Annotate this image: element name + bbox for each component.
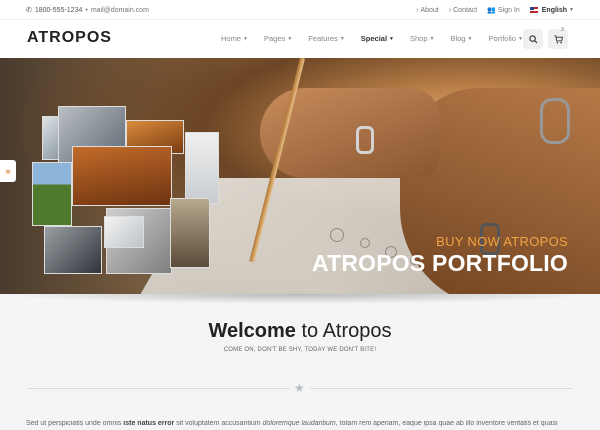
nav-label: Pages (263, 34, 286, 43)
body-bold: iste natus error (123, 420, 175, 427)
contact-info: ✆ 1800-555-1234 • mail@domain.com (26, 6, 149, 15)
nav-label: Blog (450, 34, 466, 43)
template-hole (330, 228, 344, 242)
section-shadow (0, 294, 600, 304)
hand-image (260, 88, 440, 178)
site-logo[interactable]: ATROPOS (27, 29, 112, 47)
collage-photo (185, 132, 219, 204)
nav-label: Special (360, 34, 388, 43)
nav-label: Shop (409, 34, 428, 43)
signin-link[interactable]: 👥 Sign In (487, 6, 520, 15)
nav-item-home[interactable]: Home ▼ (221, 34, 248, 43)
users-icon: 👥 (487, 7, 496, 14)
bracelet-image (540, 98, 570, 144)
chevron-right-icon: › (448, 6, 452, 14)
nav-label: Home (221, 34, 242, 43)
chevron-down-icon: ▼ (339, 35, 345, 42)
hero-title: ATROPOS PORTFOLIO (312, 250, 568, 276)
welcome-bold: Welcome (208, 320, 296, 342)
divider-line (28, 388, 290, 389)
divider-line (310, 388, 572, 389)
nav-item-features[interactable]: Features ▼ (308, 34, 345, 43)
ring-image (356, 126, 374, 154)
nav-item-pages[interactable]: Pages ▼ (264, 34, 292, 43)
chevron-down-icon: ▼ (569, 7, 574, 13)
welcome-heading: Welcome to Atropos (0, 320, 600, 343)
hero-slider: » BUY NOW ATROPOS ATROPOS PORTFOLIO (0, 58, 600, 294)
search-icon (528, 34, 538, 44)
topbar: ✆ 1800-555-1234 • mail@domain.com › About… (0, 0, 600, 20)
chevron-down-icon: ▼ (389, 35, 394, 42)
nav-item-portfolio[interactable]: Portfolio ▼ (488, 34, 522, 43)
body-italic: doloremque laudantium (262, 420, 336, 427)
nav-item-special[interactable]: Special ▼ (361, 34, 394, 43)
nav-item-shop[interactable]: Shop ▼ (410, 34, 434, 43)
collage-photo (170, 198, 210, 268)
phone-number[interactable]: 1800-555-1234 (35, 7, 83, 14)
topbar-links: › About › Contact 👥 Sign In English ▼ (416, 6, 574, 15)
language-select[interactable]: English ▼ (529, 6, 574, 14)
collage-photo (72, 146, 172, 206)
welcome-rest: to Atropos (295, 320, 392, 342)
side-panel-toggle[interactable]: » (0, 160, 16, 182)
nav-item-blog[interactable]: Blog ▼ (450, 34, 472, 43)
star-icon: ★ (294, 381, 305, 395)
body-text-2: sit voluptatem accusantium (174, 420, 263, 427)
collage-photo (104, 216, 144, 248)
chevron-down-icon: ▼ (467, 35, 473, 42)
contact-label: Contact (453, 6, 478, 14)
welcome-tagline: COME ON, DON'T BE SHY, TODAY WE DON'T BI… (223, 347, 377, 353)
template-hole (360, 238, 370, 248)
signin-label: Sign In (497, 6, 520, 14)
collage-photo (32, 162, 72, 226)
photo-collage (30, 106, 220, 276)
cart-button[interactable] (548, 29, 568, 49)
separator: • (85, 6, 88, 14)
phone-icon: ✆ (26, 7, 32, 14)
collage-photo (44, 226, 102, 274)
email-link[interactable]: mail@domain.com (91, 7, 149, 14)
body-text-1: Sed ut perspiciatis unde omnis (26, 420, 124, 427)
cart-icon (553, 34, 563, 43)
intro-paragraph: Sed ut perspiciatis unde omnis iste natu… (26, 420, 586, 427)
body-text-3: , totam rem aperiam, eaque ipsa quae ab … (335, 420, 558, 427)
chevron-down-icon: ▼ (243, 35, 248, 42)
main-nav: Home ▼ Pages ▼ Features ▼ Special ▼ Shop ▼ Bl… (221, 34, 523, 43)
contact-link[interactable]: › Contact (449, 7, 477, 14)
search-button[interactable] (523, 29, 543, 49)
about-link[interactable]: › About (416, 7, 439, 14)
nav-label: Portfolio (488, 34, 516, 43)
chevron-down-icon: ▼ (287, 35, 293, 42)
hero-subtitle: BUY NOW ATROPOS (436, 234, 568, 249)
us-flag-icon (529, 7, 538, 13)
about-label: About (420, 6, 439, 14)
main-header: ATROPOS Home ▼ Pages ▼ Features ▼ Special ▼ … (0, 20, 600, 58)
chevron-down-icon: ▼ (429, 35, 435, 42)
chevron-right-icon: › (416, 6, 419, 14)
language-label: English (541, 6, 568, 14)
nav-label: Features (308, 34, 338, 43)
cart-count-badge: 3 (561, 27, 564, 33)
